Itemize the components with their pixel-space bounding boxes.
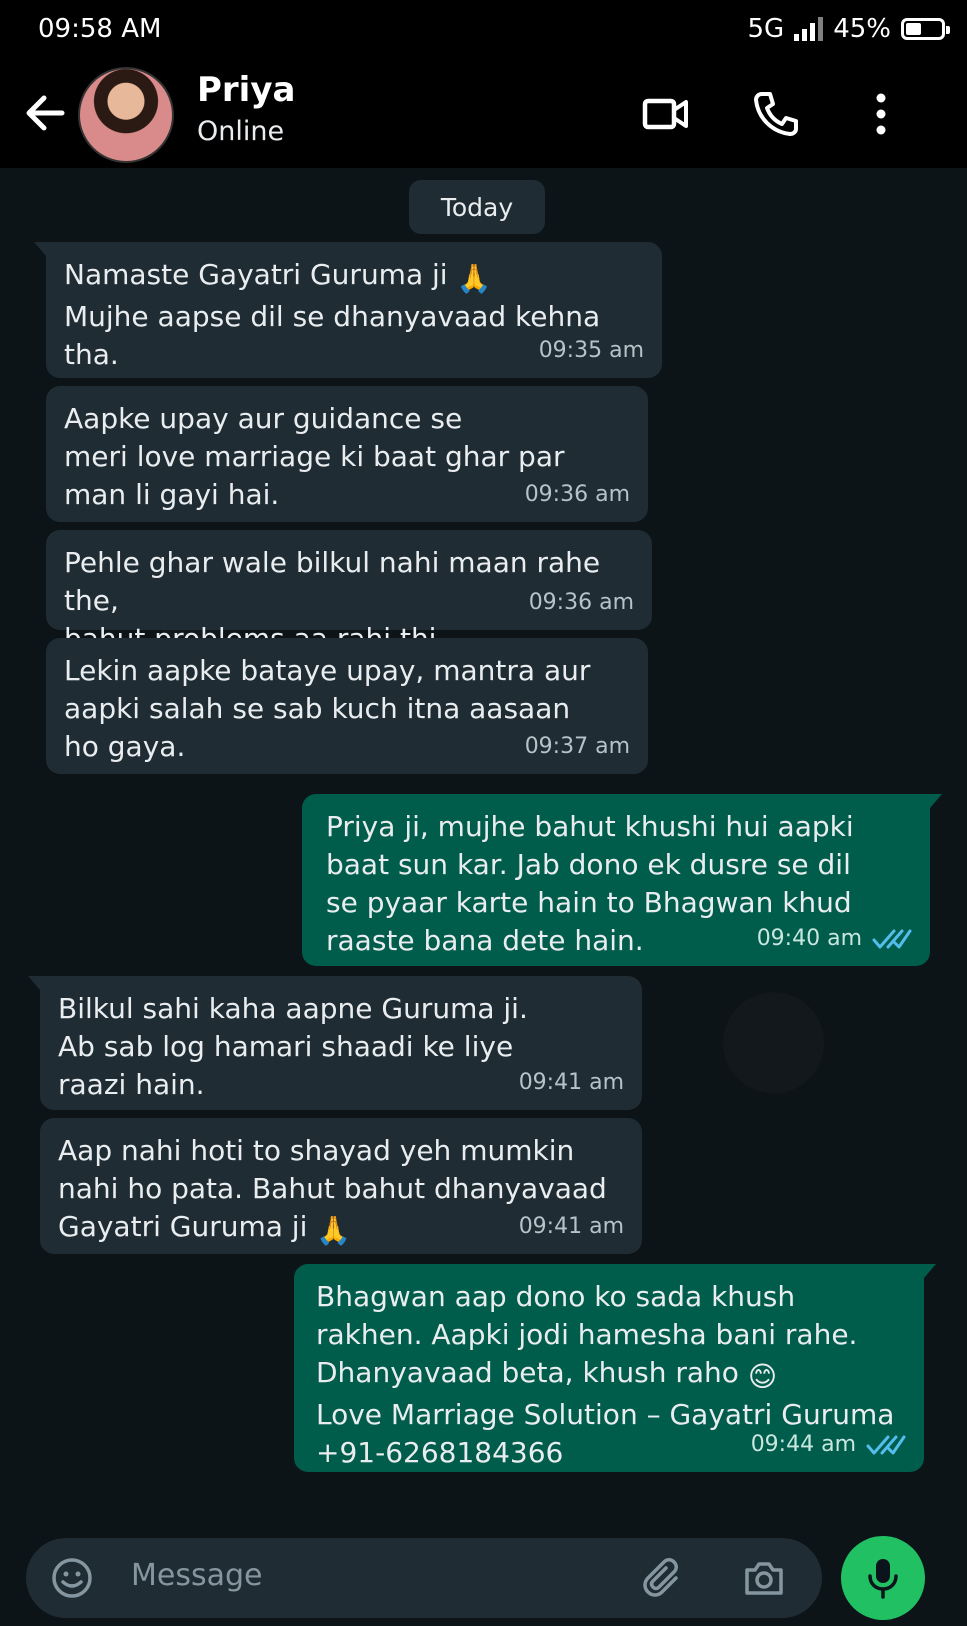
back-arrow-icon[interactable] [20,88,70,138]
emoji-picker-icon[interactable] [50,1556,94,1600]
folded-hands-emoji: 🙏 [456,262,492,295]
video-call-icon[interactable] [640,88,692,140]
camera-icon[interactable] [742,1556,786,1600]
message-time: 09:41 am [518,1214,624,1239]
microphone-icon [868,1559,898,1599]
message-bubble-incoming[interactable]: Bilkul sahi kaha aapne Guruma ji. Ab sab… [28,976,642,1110]
message-time: 09:36 am [528,590,634,615]
contact-name[interactable]: Priya [197,70,295,110]
message-bubble-outgoing[interactable]: Bhagwan aap dono ko sada khush rakhen. A… [294,1264,936,1472]
chat-area[interactable]: Today Namaste Gayatri Guruma ji 🙏 Mujhe … [0,168,967,1626]
more-options-icon[interactable] [855,88,907,140]
signal-icon [794,17,824,41]
message-bubble-incoming[interactable]: Lekin aapke bataye upay, mantra aur aapk… [46,638,648,774]
message-time: 09:44 am [750,1432,856,1457]
message-time: 09:35 am [538,338,644,363]
double-check-read-icon [872,929,912,949]
date-divider: Today [409,180,545,234]
message-bubble-incoming[interactable]: Namaste Gayatri Guruma ji 🙏 Mujhe aapse … [34,242,662,378]
message-bubble-incoming[interactable]: Aap nahi hoti to shayad yeh mumkin nahi … [40,1118,642,1254]
message-input[interactable]: Message [131,1558,262,1593]
message-time: 09:36 am [524,482,630,507]
status-bar: 09:58 AM 5G 45% [0,0,967,58]
message-time: 09:40 am [756,926,862,951]
message-composer[interactable]: Message [26,1538,822,1618]
message-bubble-outgoing[interactable]: Priya ji, mujhe bahut khushi hui aapki b… [302,794,942,966]
battery-percent: 45% [833,14,891,44]
folded-hands-emoji: 🙏 [316,1214,352,1247]
attach-icon[interactable] [642,1556,686,1600]
status-time: 09:58 AM [38,14,162,44]
message-bubble-incoming[interactable]: Aapke upay aur guidance se meri love mar… [46,386,648,522]
message-time: 09:37 am [524,734,630,759]
battery-level [906,23,921,35]
presence-status: Online [197,116,285,147]
message-time: 09:41 am [518,1070,624,1095]
network-type: 5G [747,14,785,44]
message-bubble-incoming[interactable]: Pehle ghar wale bilkul nahi maan rahe th… [46,530,652,655]
voice-call-icon[interactable] [750,88,802,140]
smiling-face-emoji: 😊 [747,1360,778,1393]
voice-message-button[interactable] [841,1536,925,1620]
double-check-read-icon [866,1435,906,1455]
chat-header: Priya Online [0,58,967,168]
battery-icon [901,18,950,40]
avatar[interactable] [78,67,174,163]
